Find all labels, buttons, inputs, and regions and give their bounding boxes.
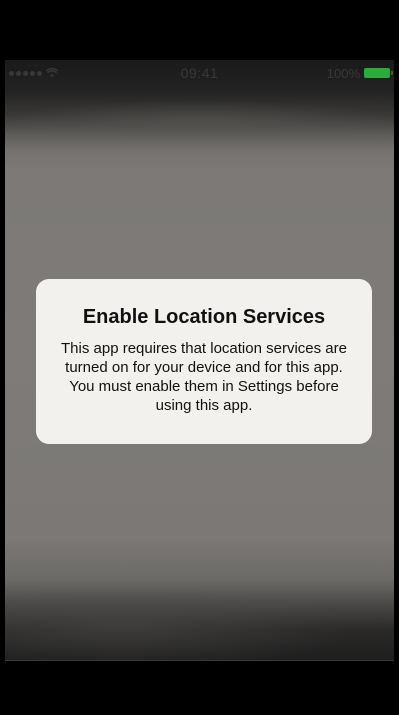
blurred-navigation-bar: [5, 100, 394, 140]
status-time: 09:41: [180, 65, 219, 81]
blurred-tab-bar: [5, 580, 394, 660]
location-services-alert: Enable Location Services This app requir…: [36, 279, 372, 444]
bottom-divider: [5, 660, 394, 661]
alert-title: Enable Location Services: [82, 306, 326, 328]
alert-message: This app requires that location services…: [61, 340, 347, 414]
phone-screen: 09:41 100% Enable Location Services This…: [0, 0, 399, 715]
status-bar: 09:41 100%: [5, 62, 394, 84]
battery-icon: [364, 68, 393, 78]
